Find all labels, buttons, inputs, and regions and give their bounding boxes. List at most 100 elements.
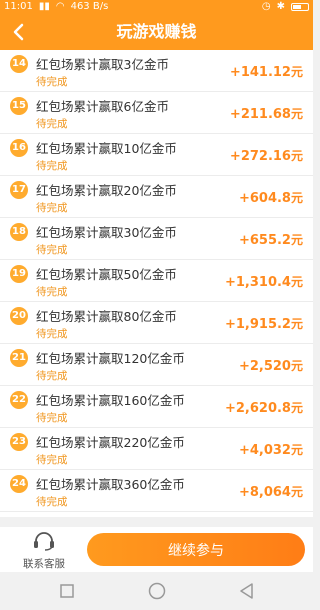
triangle-back-icon (239, 583, 253, 599)
task-number-badge: 22 (10, 391, 28, 409)
task-status: 待完成 (36, 370, 68, 382)
wifi-icon: ◠ (55, 1, 65, 12)
task-status: 待完成 (36, 454, 68, 466)
reward-amount: +272.16 (229, 149, 291, 164)
task-row[interactable]: 20 红包场累计赢取80亿金币 待完成 +1,915.2元 (0, 302, 313, 344)
task-number-badge: 19 (10, 265, 28, 283)
reward-amount: +211.68 (229, 107, 291, 122)
task-reward: +604.8元 (239, 189, 303, 206)
task-row[interactable]: 19 红包场累计赢取50亿金币 待完成 +1,310.4元 (0, 260, 313, 302)
task-row[interactable]: 21 红包场累计赢取120亿金币 待完成 +2,520元 (0, 344, 313, 386)
task-status: 待完成 (36, 328, 68, 340)
clock: 11:01 (4, 1, 33, 12)
task-reward: +1,310.4元 (225, 273, 303, 290)
customer-service-button[interactable]: 联系客服 (14, 531, 74, 570)
signal-icon: ▮▮ (38, 1, 50, 12)
task-number-badge: 21 (10, 349, 28, 367)
task-status: 待完成 (36, 202, 68, 214)
task-row[interactable]: 18 红包场累计赢取30亿金币 待完成 +655.2元 (0, 218, 313, 260)
task-title: 红包场累计赢取120亿金币 (36, 351, 185, 366)
task-title: 红包场累计赢取360亿金币 (36, 477, 185, 492)
back-nav-button[interactable] (237, 581, 257, 601)
task-row[interactable]: 16 红包场累计赢取10亿金币 待完成 +272.16元 (0, 134, 313, 176)
reward-unit: 元 (290, 65, 303, 79)
system-nav-bar (0, 572, 313, 610)
task-list[interactable]: 14 红包场累计赢取3亿金币 待完成 +141.12元 15 红包场累计赢取6亿金币 待完成… (0, 50, 313, 517)
reward-unit: 元 (290, 443, 303, 457)
reward-amount: +2,620.8 (224, 401, 291, 416)
task-number-badge: 18 (10, 223, 28, 241)
task-title: 红包场累计赢取3亿金币 (36, 57, 169, 72)
reward-unit: 元 (290, 149, 303, 163)
headset-icon (34, 532, 54, 551)
task-reward: +2,620.8元 (225, 399, 303, 416)
task-reward: +1,915.2元 (225, 315, 303, 332)
square-icon (59, 584, 74, 598)
recent-apps-button[interactable] (57, 581, 77, 601)
app-header: 11:01 ▮▮ ◠ 463 B/s ◷ ✱ 玩游戏赚钱 (0, 0, 313, 50)
continue-button[interactable]: 继续参与 (87, 533, 305, 566)
circle-icon (148, 582, 165, 600)
task-number-badge: 15 (10, 97, 28, 115)
alarm-icon: ◷ (261, 1, 271, 12)
task-number-badge: 14 (10, 55, 28, 73)
reward-unit: 元 (290, 191, 303, 205)
task-reward: +2,520元 (239, 357, 303, 374)
reward-unit: 元 (290, 401, 303, 415)
task-row[interactable]: 17 红包场累计赢取20亿金币 待完成 +604.8元 (0, 176, 313, 218)
task-row[interactable]: 14 红包场累计赢取3亿金币 待完成 +141.12元 (0, 50, 313, 92)
task-number-badge: 16 (10, 139, 28, 157)
reward-amount: +8,064 (238, 485, 291, 500)
task-reward: +141.12元 (230, 63, 303, 80)
task-reward: +4,032元 (239, 441, 303, 458)
task-number-badge: 17 (10, 181, 28, 199)
task-row[interactable]: 22 红包场累计赢取160亿金币 待完成 +2,620.8元 (0, 386, 313, 428)
task-status: 待完成 (36, 286, 68, 298)
task-status: 待完成 (36, 160, 68, 172)
task-row[interactable]: 23 红包场累计赢取220亿金币 待完成 +4,032元 (0, 428, 313, 470)
reward-unit: 元 (290, 107, 303, 121)
task-status: 待完成 (36, 244, 68, 256)
reward-amount: +141.12 (229, 65, 291, 80)
task-title: 红包场累计赢取30亿金币 (36, 225, 177, 240)
task-reward: +655.2元 (239, 231, 303, 248)
task-number-badge: 20 (10, 307, 28, 325)
task-status: 待完成 (36, 412, 68, 424)
task-title: 红包场累计赢取6亿金币 (36, 99, 169, 114)
task-reward: +272.16元 (230, 147, 303, 164)
reward-amount: +1,915.2 (224, 317, 291, 332)
network-speed: 463 B/s (70, 1, 109, 12)
bluetooth-icon: ✱ (276, 1, 285, 12)
customer-service-label: 联系客服 (23, 558, 65, 570)
reward-amount: +2,520 (238, 359, 291, 374)
task-number-badge: 23 (10, 433, 28, 451)
task-title: 红包场累计赢取220亿金币 (36, 435, 185, 450)
task-reward: +211.68元 (230, 105, 303, 122)
home-button[interactable] (147, 581, 167, 601)
task-title: 红包场累计赢取80亿金币 (36, 309, 177, 324)
task-reward: +8,064元 (239, 483, 303, 500)
reward-amount: +655.2 (238, 233, 291, 248)
reward-amount: +4,032 (238, 443, 291, 458)
reward-amount: +1,310.4 (224, 275, 291, 290)
bottom-bar: 联系客服 继续参与 (0, 527, 313, 572)
task-number-badge: 24 (10, 475, 28, 493)
task-row[interactable]: 15 红包场累计赢取6亿金币 待完成 +211.68元 (0, 92, 313, 134)
task-status: 待完成 (36, 76, 68, 88)
reward-unit: 元 (290, 275, 303, 289)
task-title: 红包场累计赢取10亿金币 (36, 141, 177, 156)
status-bar: 11:01 ▮▮ ◠ 463 B/s ◷ ✱ (0, 0, 313, 14)
task-title: 红包场累计赢取50亿金币 (36, 267, 177, 282)
battery-icon (291, 3, 309, 11)
task-title: 红包场累计赢取160亿金币 (36, 393, 185, 408)
reward-unit: 元 (290, 233, 303, 247)
reward-unit: 元 (290, 485, 303, 499)
page-title: 玩游戏赚钱 (116, 22, 197, 41)
task-title: 红包场累计赢取20亿金币 (36, 183, 177, 198)
task-status: 待完成 (36, 118, 68, 130)
reward-unit: 元 (290, 359, 303, 373)
task-row[interactable]: 24 红包场累计赢取360亿金币 待完成 +8,064元 (0, 470, 313, 512)
reward-amount: +604.8 (238, 191, 291, 206)
task-status: 待完成 (36, 496, 68, 508)
reward-unit: 元 (290, 317, 303, 331)
